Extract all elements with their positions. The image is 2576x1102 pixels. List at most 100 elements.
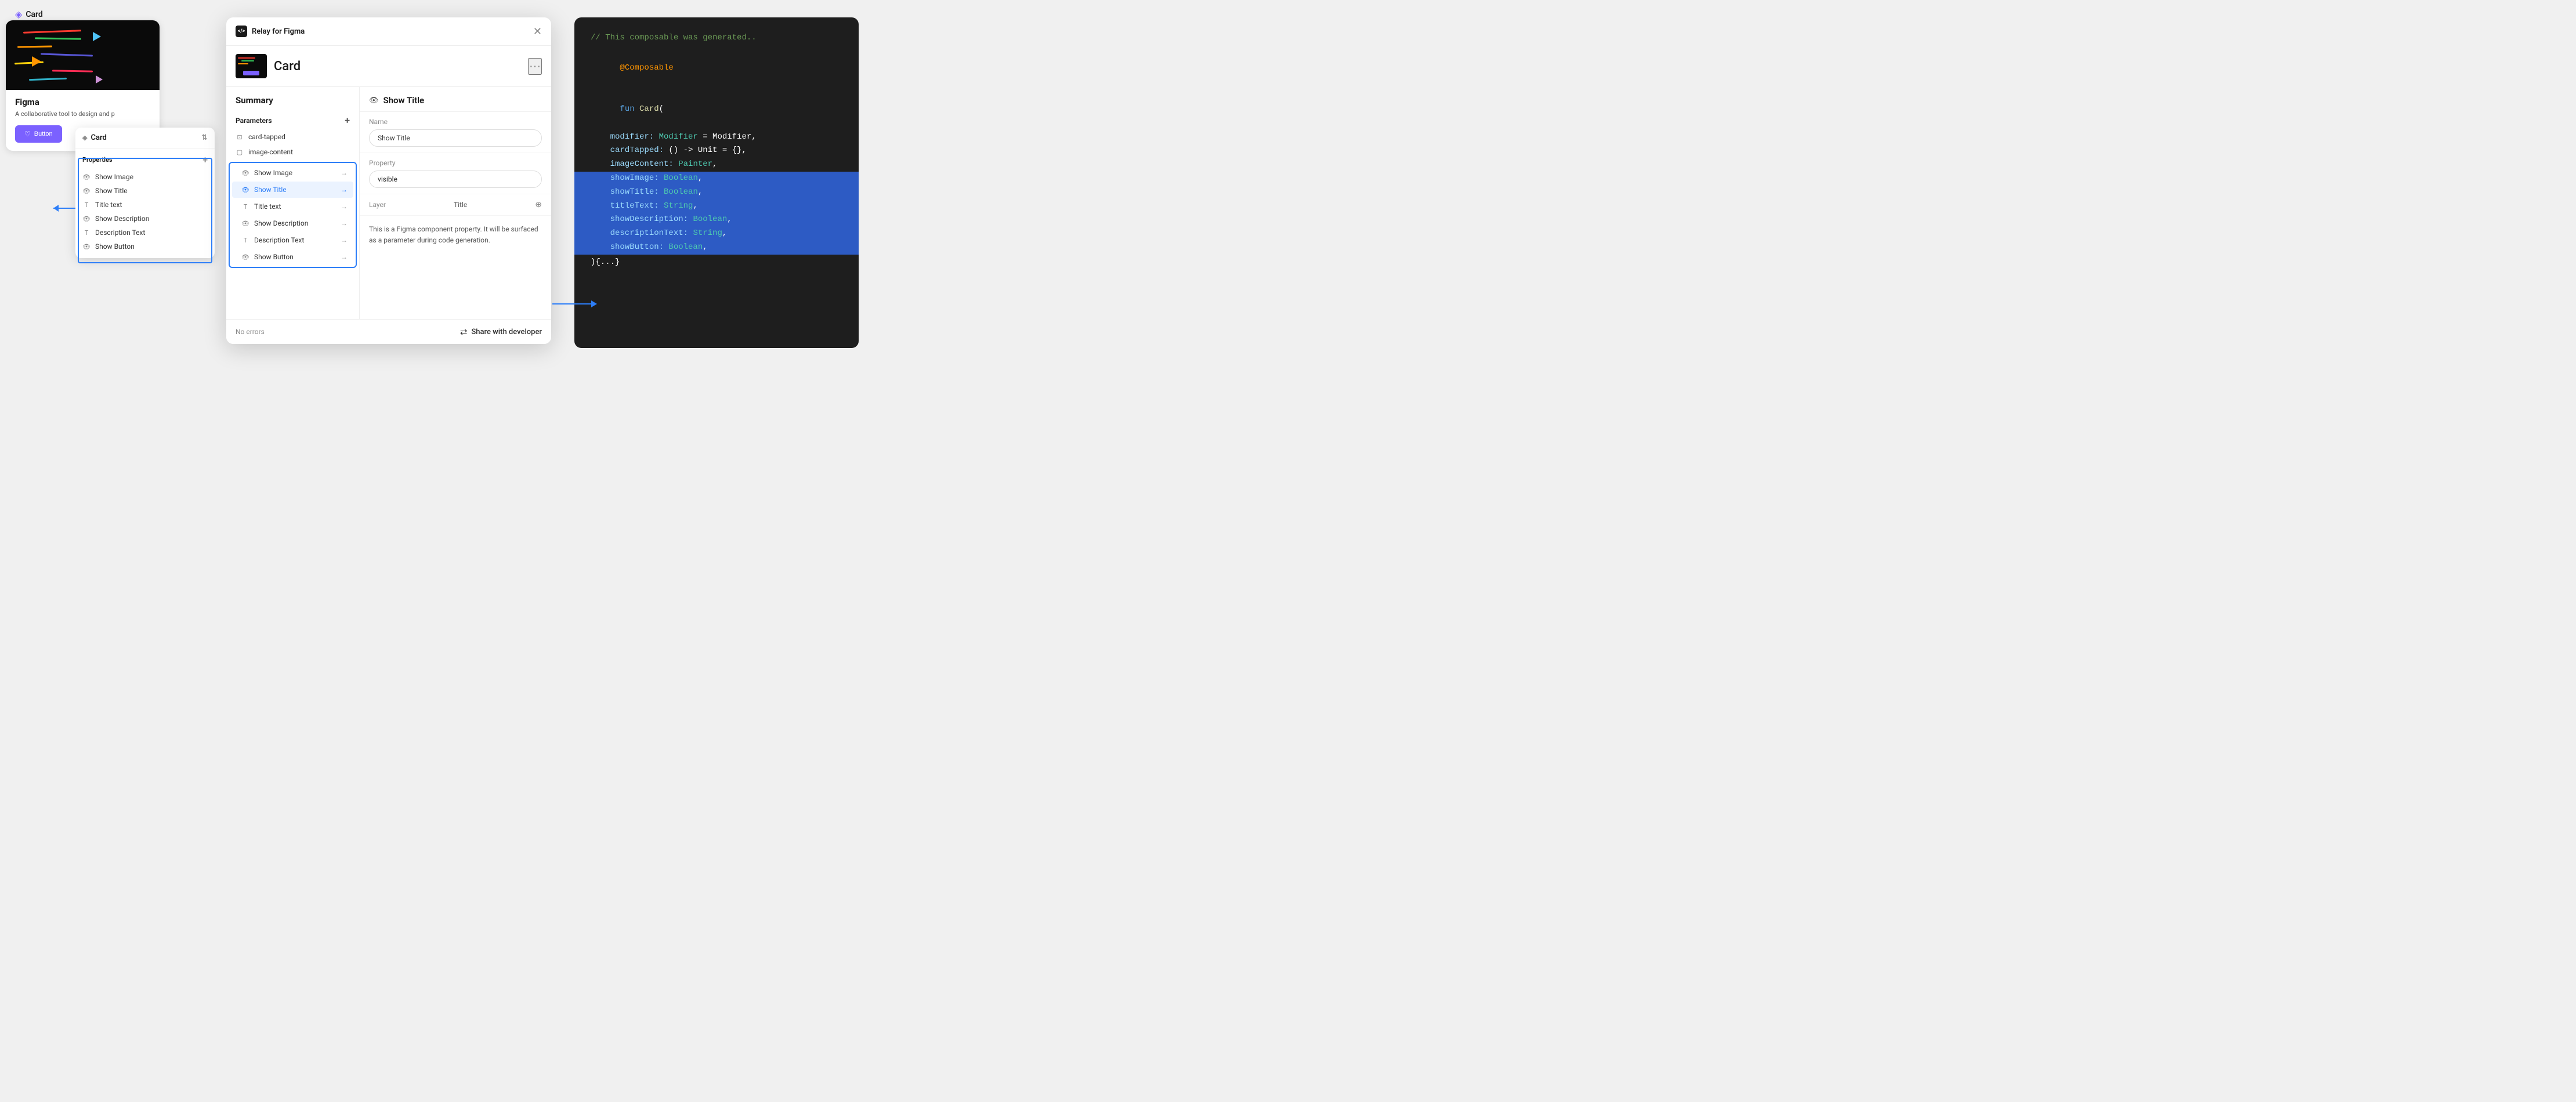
card-thumbnail bbox=[236, 54, 267, 78]
text-icon: T bbox=[82, 201, 91, 209]
code-closing-line: ){...} bbox=[591, 256, 842, 270]
property-label: Property bbox=[369, 159, 542, 167]
eye-icon: 👁 bbox=[241, 169, 249, 177]
code-comment: // This composable was generated.. bbox=[591, 31, 842, 45]
parameters-label: Parameters bbox=[236, 117, 272, 125]
component-icon: ◈ bbox=[82, 134, 87, 142]
prop-item-label: Show Image bbox=[95, 173, 208, 181]
eye-icon: 👁 bbox=[82, 243, 91, 251]
prop-label: Show Button bbox=[254, 253, 294, 261]
card-info-row: Card ⋯ bbox=[226, 46, 551, 87]
properties-panel: ◈ Card ⇅ Properties + 👁 Show Image 👁 Sho… bbox=[75, 128, 215, 258]
eye-icon: 👁 bbox=[241, 186, 249, 194]
prop-show-desc[interactable]: 👁 Show Description → bbox=[232, 215, 353, 231]
prop-arrow-icon: → bbox=[341, 219, 348, 227]
right-panel-title: Show Title bbox=[383, 95, 425, 106]
dialog-footer: No errors ⇄ Share with developer bbox=[226, 319, 551, 344]
prop-arrow-icon: → bbox=[341, 253, 348, 261]
param-image-content[interactable]: ▢ image-content bbox=[226, 144, 359, 160]
prop-show-button[interactable]: 👁 Show Button → bbox=[232, 249, 353, 265]
param-label: image-content bbox=[248, 148, 293, 156]
figma-panel-title: Figma bbox=[15, 97, 150, 107]
figma-button[interactable]: ♡ Button bbox=[15, 125, 62, 143]
code-imagecontent-line: imageContent: Painter, bbox=[591, 158, 842, 172]
property-value[interactable]: visible bbox=[369, 171, 542, 188]
prop-arrow-icon: → bbox=[341, 186, 348, 194]
share-with-developer-button[interactable]: ⇄ Share with developer bbox=[460, 327, 542, 337]
properties-list: 👁 Show Image 👁 Show Title T Title text 👁… bbox=[75, 169, 215, 258]
properties-panel-header: ◈ Card ⇅ bbox=[75, 128, 215, 148]
code-tapped-line: cardTapped: () -> Unit = {}, bbox=[591, 144, 842, 158]
relay-dialog: </> Relay for Figma ✕ Card ⋯ Summary bbox=[226, 17, 551, 344]
dialog-body: Summary Parameters + ⊡ card-tapped ▢ ima… bbox=[226, 87, 551, 319]
prop-title-text[interactable]: T Title text → bbox=[232, 198, 353, 215]
text-icon: T bbox=[241, 237, 249, 244]
prop-label: Show Title bbox=[254, 186, 287, 194]
name-field: Name Show Title bbox=[360, 112, 551, 153]
fun-keyword: fun bbox=[620, 104, 639, 114]
card-info-left: Card bbox=[236, 54, 301, 78]
dialog-right-panel: 👁 Show Title Name Show Title Property vi… bbox=[360, 87, 551, 319]
open-paren: ( bbox=[659, 104, 664, 114]
layer-value: Title bbox=[454, 201, 467, 209]
target-icon[interactable]: ⊕ bbox=[535, 200, 542, 209]
prop-show-image[interactable]: 👁 Show Image → bbox=[232, 165, 353, 181]
figma-panel-desc: A collaborative tool to design and p bbox=[15, 110, 150, 118]
text-icon: T bbox=[241, 203, 249, 211]
prop-item-show-image[interactable]: 👁 Show Image bbox=[75, 170, 215, 184]
prop-item-show-title[interactable]: 👁 Show Title bbox=[75, 184, 215, 198]
layer-field: Layer Title ⊕ bbox=[360, 194, 551, 216]
right-description: This is a Figma component property. It w… bbox=[360, 216, 551, 254]
share-label: Share with developer bbox=[471, 328, 542, 336]
eye-icon: 👁 bbox=[241, 220, 249, 227]
prop-item-label: Show Button bbox=[95, 242, 208, 251]
parameters-section: Parameters + bbox=[226, 111, 359, 129]
layer-label: Layer bbox=[369, 201, 386, 209]
property-field: Property visible bbox=[360, 153, 551, 194]
prop-item-title-text[interactable]: T Title text bbox=[75, 198, 215, 212]
code-titletext-line: titleText: String, bbox=[574, 200, 859, 213]
figma-button-label: Button bbox=[34, 130, 53, 137]
image-icon: ▢ bbox=[236, 148, 244, 156]
dialog-brand: </> Relay for Figma bbox=[236, 26, 305, 37]
prop-label: Show Image bbox=[254, 169, 292, 177]
properties-add-button[interactable]: + bbox=[202, 154, 208, 165]
prop-show-title[interactable]: 👁 Show Title → bbox=[232, 182, 353, 198]
eye-icon: 👁 bbox=[82, 173, 91, 181]
prop-arrow-icon: → bbox=[341, 202, 348, 211]
prop-arrow-icon: → bbox=[341, 169, 348, 177]
prop-item-label: Description Text bbox=[95, 229, 208, 237]
properties-panel-title: ◈ Card bbox=[82, 133, 107, 142]
param-card-tapped[interactable]: ⊡ card-tapped bbox=[226, 129, 359, 144]
prop-arrow-icon: → bbox=[341, 236, 348, 244]
prop-item-show-button[interactable]: 👁 Show Button bbox=[75, 240, 215, 253]
text-icon: T bbox=[82, 229, 91, 237]
code-showbutton-line: showButton: Boolean, bbox=[574, 241, 859, 255]
app-header-icon: ◈ bbox=[15, 9, 22, 20]
sort-icon[interactable]: ⇅ bbox=[201, 133, 208, 142]
summary-title: Summary bbox=[226, 87, 359, 111]
prop-label: Description Text bbox=[254, 236, 304, 244]
parameters-add-button[interactable]: + bbox=[345, 115, 350, 126]
properties-section-label: Properties + bbox=[75, 148, 215, 169]
prop-item-show-desc[interactable]: 👁 Show Description bbox=[75, 212, 215, 226]
card-more-button[interactable]: ⋯ bbox=[528, 58, 542, 75]
share-icon: ⇄ bbox=[460, 327, 468, 337]
code-showimage-line: showImage: Boolean, bbox=[574, 172, 859, 186]
card-name: Card bbox=[274, 59, 301, 74]
heart-icon: ♡ bbox=[24, 130, 31, 138]
dialog-close-button[interactable]: ✕ bbox=[533, 26, 542, 37]
prop-desc-text[interactable]: T Description Text → bbox=[232, 232, 353, 248]
card-func-name: Card bbox=[639, 104, 659, 114]
name-value[interactable]: Show Title bbox=[369, 129, 542, 147]
prop-item-desc-text[interactable]: T Description Text bbox=[75, 226, 215, 240]
main-arrow bbox=[552, 303, 596, 304]
name-label: Name bbox=[369, 118, 542, 126]
figma-preview-image bbox=[6, 20, 160, 90]
code-descriptiontext-line: descriptionText: String, bbox=[574, 227, 859, 241]
eye-icon: 👁 bbox=[82, 187, 91, 195]
dialog-header: </> Relay for Figma ✕ bbox=[226, 17, 551, 46]
prop-item-label: Show Description bbox=[95, 215, 208, 223]
eye-icon: 👁 bbox=[241, 253, 249, 261]
code-modifier-line: modifier: Modifier = Modifier, bbox=[591, 130, 842, 144]
